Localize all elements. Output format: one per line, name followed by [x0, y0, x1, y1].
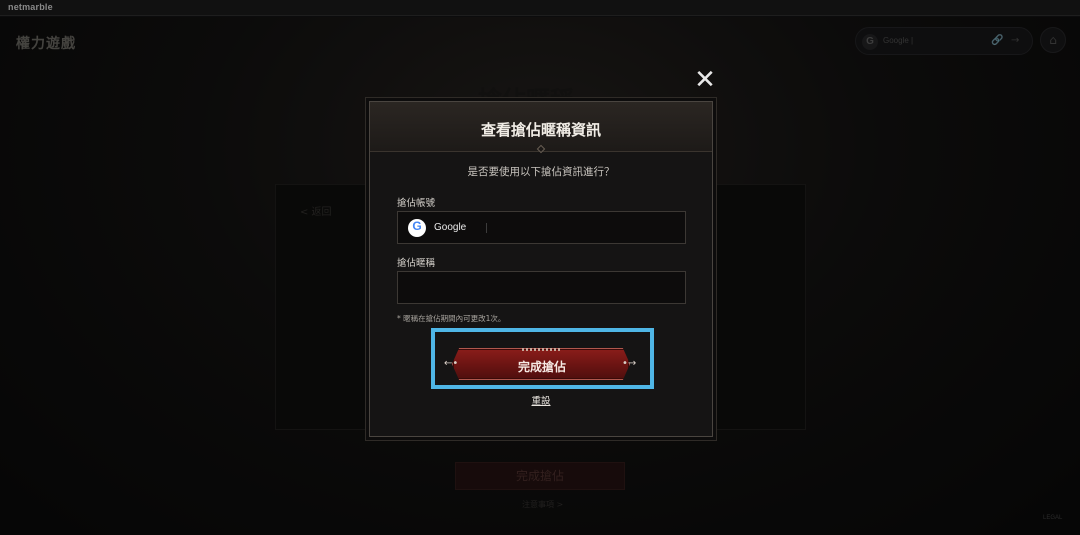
dialog-title: 查看搶佔暱稱資訊: [480, 121, 601, 139]
nickname-field[interactable]: [397, 271, 686, 304]
header-ornament-icon: [536, 144, 546, 154]
field-divider: [486, 223, 487, 233]
left-arrow-ornament-icon: ←•: [444, 358, 459, 369]
confirm-reservation-button[interactable]: 完成搶佔: [452, 348, 630, 380]
button-top-ornament: [522, 348, 562, 351]
netmarble-logo[interactable]: netmarble: [8, 2, 53, 12]
reset-link[interactable]: 重設: [370, 393, 712, 407]
confirm-button-label: 完成搶佔: [517, 360, 566, 374]
nickname-note: * 暱稱在搶佔期間內可更改1次。: [397, 314, 506, 323]
dialog-header: 查看搶佔暱稱資訊: [370, 102, 712, 154]
account-label: 搶佔帳號: [397, 198, 436, 209]
close-icon: ✕: [694, 65, 716, 95]
nickname-label: 搶佔暱稱: [397, 258, 436, 269]
account-provider: Google: [434, 222, 467, 233]
close-button[interactable]: ✕: [692, 65, 718, 95]
reservation-confirm-dialog: 查看搶佔暱稱資訊 是否要使用以下搶佔資訊進行？ 搶佔帳號 G Google 搶佔…: [369, 101, 713, 437]
top-bar: netmarble: [0, 0, 1080, 16]
right-arrow-ornament-icon: •→: [622, 358, 637, 369]
google-icon: G: [408, 219, 426, 237]
account-field: G Google: [397, 211, 686, 244]
dialog-subtitle: 是否要使用以下搶佔資訊進行？: [467, 166, 615, 178]
